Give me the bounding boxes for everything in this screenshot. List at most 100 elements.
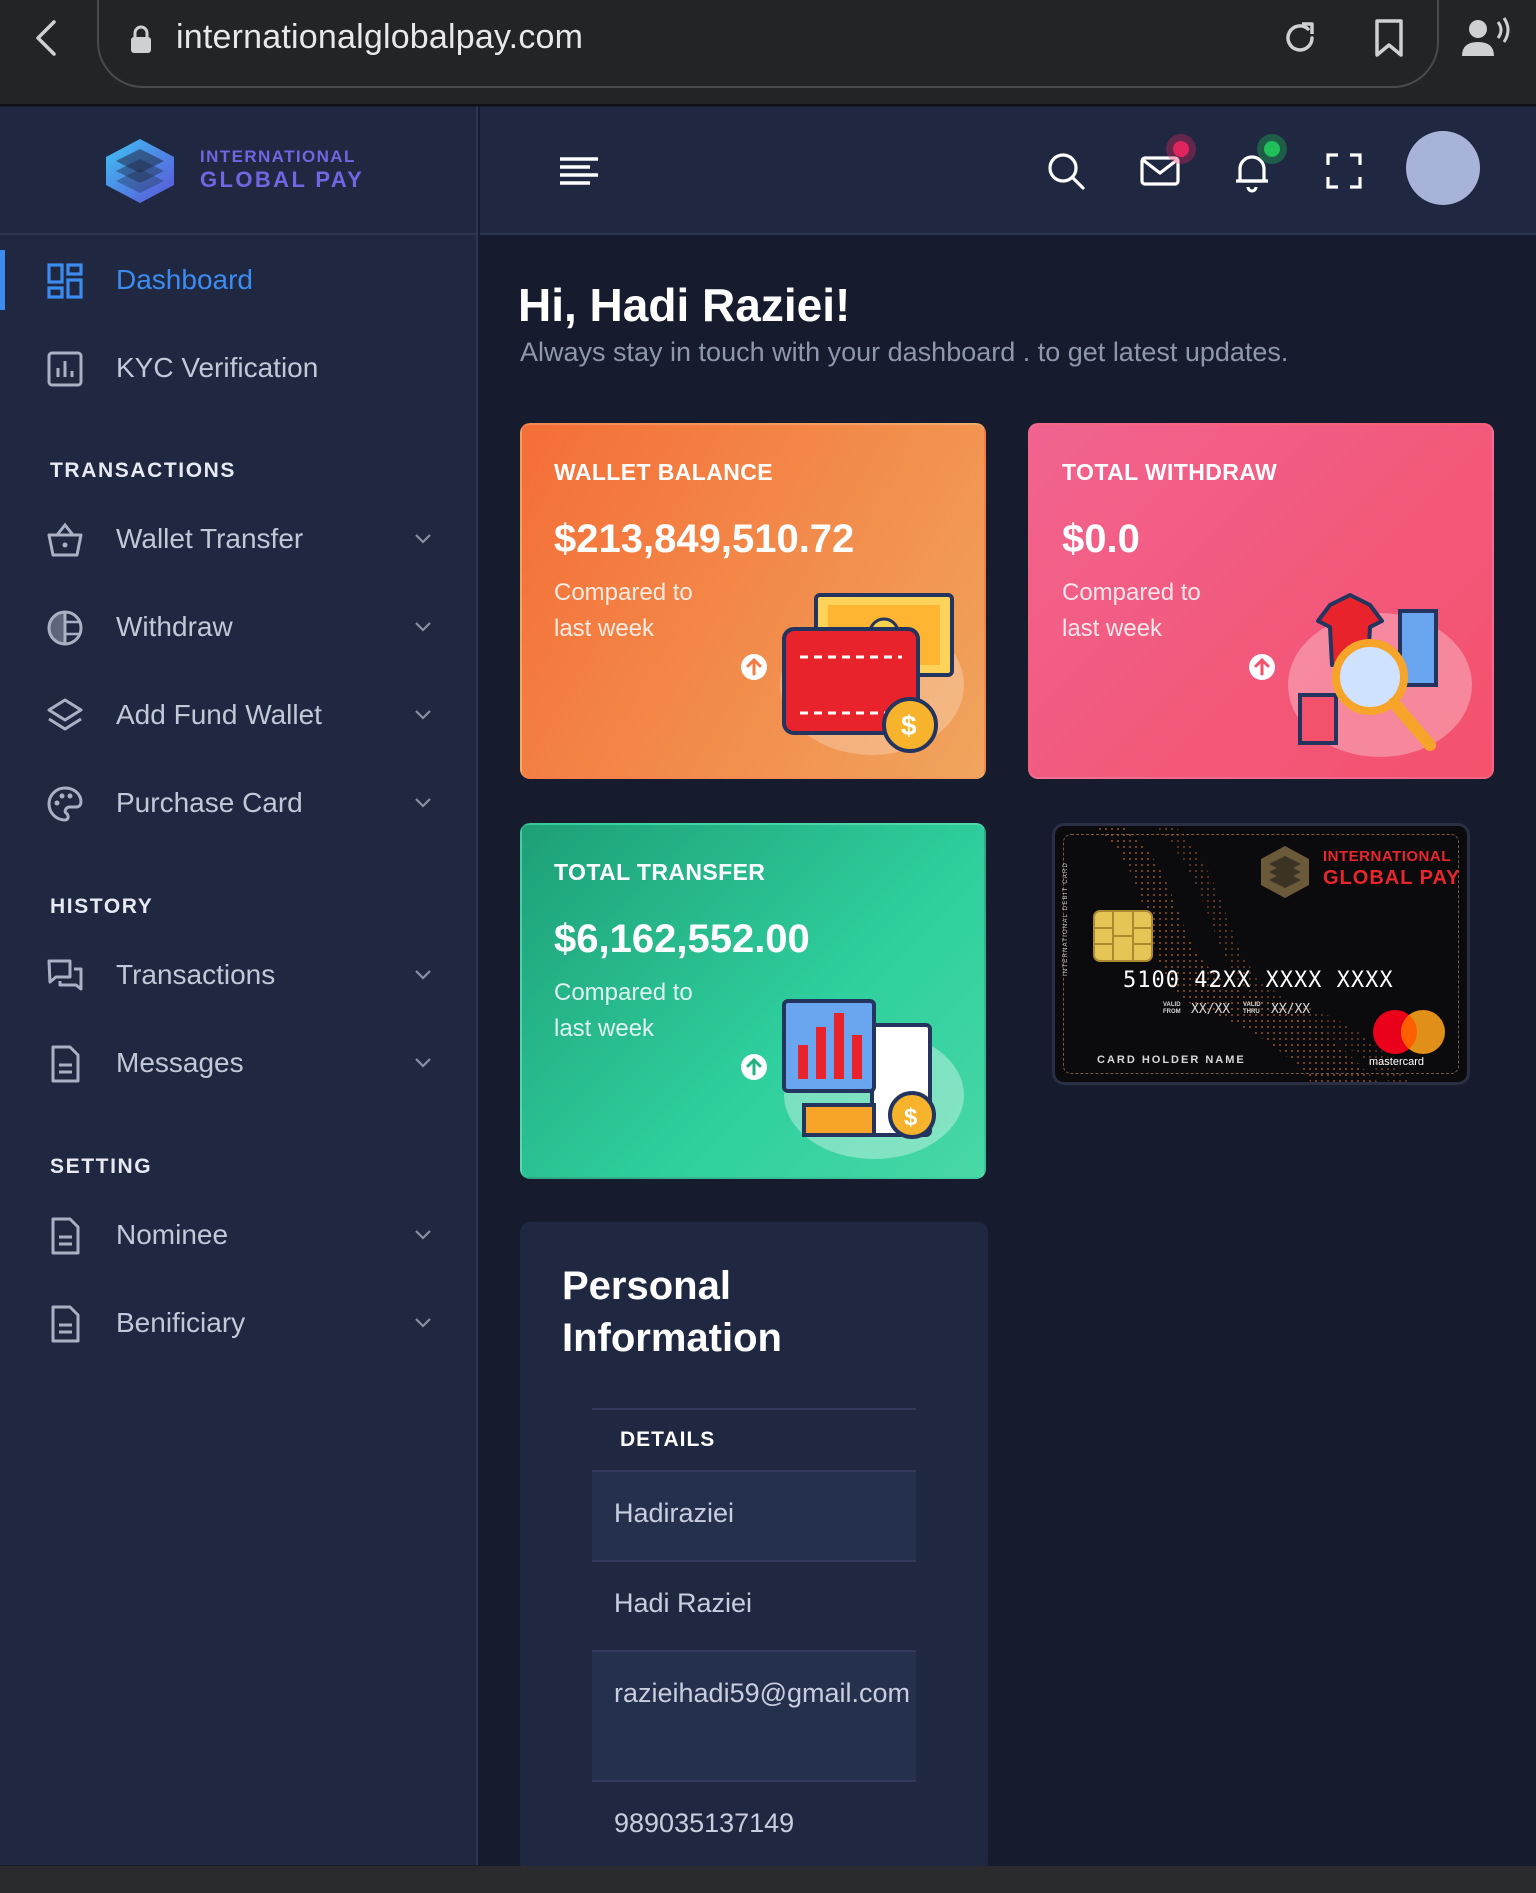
sidebar-item-label: Benificiary xyxy=(116,1307,246,1338)
layers-icon xyxy=(47,698,83,731)
card-brand-line-2: GLOBAL PAY xyxy=(1323,867,1461,889)
card-network-label: mastercard xyxy=(1369,1056,1425,1068)
card-value: $6,162,552.00 xyxy=(554,917,810,961)
bar-chart-icon xyxy=(47,351,83,387)
panel-title: Personal Information xyxy=(562,1264,782,1360)
sidebar-item-label: Wallet Transfer xyxy=(116,523,304,554)
personal-information-panel: Personal Information DETAILS Hadiraziei … xyxy=(520,1222,988,1872)
card-title: TOTAL WITHDRAW xyxy=(1062,459,1278,485)
card-logo-icon xyxy=(1261,846,1309,898)
basket-icon xyxy=(47,522,83,557)
mastercard-logo-icon xyxy=(1373,1010,1445,1054)
listen-icon[interactable] xyxy=(1462,16,1512,60)
card-holder-label: CARD HOLDER NAME xyxy=(1097,1054,1246,1066)
sidebar-item-label: Withdraw xyxy=(116,611,233,642)
table-row: Hadi Raziei xyxy=(592,1560,916,1650)
sidebar-item-messages[interactable]: Messages xyxy=(0,1033,476,1093)
reload-icon[interactable] xyxy=(1280,18,1320,58)
card-value: $0.0 xyxy=(1062,517,1140,561)
sidebar-item-beneficiary[interactable]: Benificiary xyxy=(0,1293,476,1353)
browser-toolbar: internationalglobalpay.com xyxy=(0,0,1536,106)
valid-from-label: VALID FROM xyxy=(1163,1002,1181,1015)
details-table: DETAILS Hadiraziei Hadi Raziei razieihad… xyxy=(592,1408,916,1870)
back-arrow-icon[interactable] xyxy=(28,18,68,58)
valid-thru-label: VALID THRU xyxy=(1243,1002,1261,1015)
chevron-down-icon xyxy=(415,534,431,544)
wallet-balance-card[interactable]: WALLET BALANCE $213,849,510.72 Compared … xyxy=(520,423,986,779)
top-header xyxy=(480,107,1536,235)
card-title: TOTAL TRANSFER xyxy=(554,859,766,885)
chat-icon xyxy=(47,959,83,991)
sidebar-item-kyc[interactable]: KYC Verification xyxy=(0,338,476,398)
mail-icon[interactable] xyxy=(1138,149,1182,193)
table-row: razieihadi59@gmail.com xyxy=(592,1650,916,1780)
card-title: WALLET BALANCE xyxy=(554,459,773,485)
wallet-illustration-icon: $ xyxy=(780,593,964,755)
active-indicator xyxy=(0,250,5,310)
logo-mark-icon xyxy=(106,139,174,203)
card-note: Compared to last week xyxy=(554,979,693,1042)
sidebar-item-label: KYC Verification xyxy=(116,352,319,383)
avatar[interactable] xyxy=(1406,131,1480,205)
sidebar-item-label: Transactions xyxy=(116,959,276,990)
dashboard-icon xyxy=(47,263,83,299)
shopping-illustration-icon xyxy=(1288,593,1472,757)
card-value: $213,849,510.72 xyxy=(554,517,855,561)
chevron-down-icon xyxy=(415,1230,431,1240)
svg-text:$: $ xyxy=(904,1104,918,1131)
chevron-down-icon xyxy=(415,798,431,808)
sidebar-item-wallet-transfer[interactable]: Wallet Transfer xyxy=(0,509,476,569)
url-text[interactable]: internationalglobalpay.com xyxy=(176,18,583,57)
document-icon xyxy=(51,1217,80,1255)
valid-thru-value: XX/XX xyxy=(1271,1002,1311,1017)
sidebar-item-transactions[interactable]: Transactions xyxy=(0,945,476,1005)
lock-icon xyxy=(131,25,151,53)
sidebar-item-label: Dashboard xyxy=(116,264,253,295)
chevron-down-icon xyxy=(415,1318,431,1328)
pie-chart-icon xyxy=(47,610,83,646)
sidebar-item-label: Purchase Card xyxy=(116,787,303,818)
menu-icon[interactable] xyxy=(558,155,600,187)
palette-icon xyxy=(47,786,83,822)
bottom-bar xyxy=(0,1866,1536,1893)
bell-badge xyxy=(1264,141,1280,157)
card-side-text: INTERNATIONAL DEBIT CARD xyxy=(1063,861,1069,976)
section-title-setting: SETTING xyxy=(50,1155,153,1178)
sidebar-item-label: Add Fund Wallet xyxy=(116,699,322,730)
bookmark-icon[interactable] xyxy=(1371,18,1407,58)
table-row: 989035137149 xyxy=(592,1780,916,1870)
table-header: DETAILS xyxy=(592,1408,916,1470)
search-icon[interactable] xyxy=(1044,149,1088,193)
brand-line-1: INTERNATIONAL xyxy=(200,147,356,166)
page-title: Hi, Hadi Raziei! xyxy=(518,279,851,331)
sidebar-item-dashboard[interactable]: Dashboard xyxy=(0,250,476,310)
table-row: Hadiraziei xyxy=(592,1470,916,1560)
sidebar: INTERNATIONAL GLOBAL PAY Dashboard KYC V… xyxy=(0,107,478,1865)
debit-card[interactable]: INTERNATIONAL GLOBAL PAY INTERNATIONAL D… xyxy=(1052,823,1470,1085)
document-icon xyxy=(51,1045,80,1083)
valid-from-value: XX/XX xyxy=(1191,1002,1231,1017)
sidebar-item-purchase-card[interactable]: Purchase Card xyxy=(0,773,476,833)
card-note: Compared to last week xyxy=(1062,579,1201,642)
report-illustration-icon: $ xyxy=(782,999,964,1159)
card-number: 5100 42XX XXXX XXXX xyxy=(1123,968,1394,993)
fullscreen-icon[interactable] xyxy=(1322,149,1366,193)
sidebar-item-withdraw[interactable]: Withdraw xyxy=(0,597,476,657)
card-note: Compared to last week xyxy=(554,579,693,642)
brand-line-2: GLOBAL PAY xyxy=(200,167,365,192)
sidebar-item-label: Nominee xyxy=(116,1219,229,1250)
svg-text:$: $ xyxy=(901,710,917,741)
chevron-down-icon xyxy=(415,1058,431,1068)
sidebar-item-add-fund-wallet[interactable]: Add Fund Wallet xyxy=(0,685,476,745)
total-transfer-card[interactable]: TOTAL TRANSFER $6,162,552.00 Compared to… xyxy=(520,823,986,1179)
logo[interactable]: INTERNATIONAL GLOBAL PAY xyxy=(0,107,478,235)
chevron-down-icon xyxy=(415,710,431,720)
mail-badge xyxy=(1173,141,1189,157)
section-title-transactions: TRANSACTIONS xyxy=(50,459,237,482)
sidebar-item-nominee[interactable]: Nominee xyxy=(0,1205,476,1265)
section-title-history: HISTORY xyxy=(50,895,154,918)
card-brand-line-1: INTERNATIONAL xyxy=(1323,848,1451,865)
total-withdraw-card[interactable]: TOTAL WITHDRAW $0.0 Compared to last wee… xyxy=(1028,423,1494,779)
chevron-down-icon xyxy=(415,970,431,980)
page-subtitle: Always stay in touch with your dashboard… xyxy=(520,337,1289,367)
